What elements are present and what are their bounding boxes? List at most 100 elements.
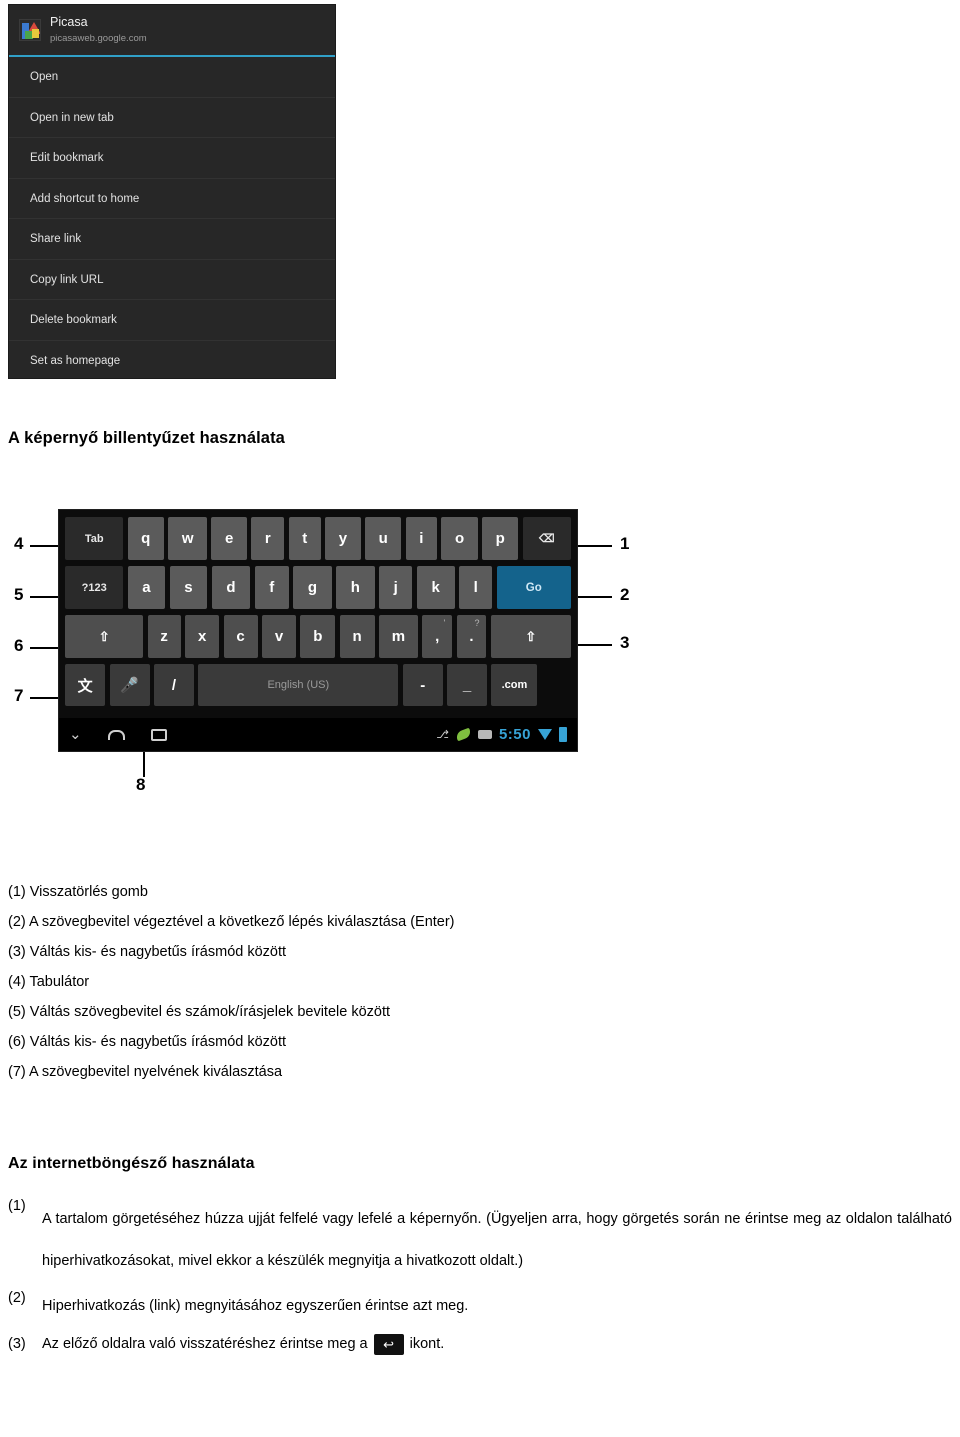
key-a[interactable]: a	[127, 566, 166, 609]
key-go[interactable]: Go	[496, 566, 571, 609]
browser-step-2: (2) Hiperhivatkozás (link) megnyitásához…	[8, 1290, 952, 1322]
legend-item-3: (3) Váltás kis- és nagybetűs írásmód köz…	[8, 944, 287, 960]
key-l[interactable]: l	[458, 566, 493, 609]
microphone-icon[interactable]: 🎤	[109, 664, 150, 706]
menu-item-open-in-new-tab[interactable]: Open in new tab	[9, 97, 335, 138]
home-icon[interactable]	[107, 729, 125, 740]
hide-keyboard-icon[interactable]: ⌄	[69, 727, 82, 742]
menu-item-add-shortcut-to-home[interactable]: Add shortcut to home	[9, 178, 335, 219]
key-r[interactable]: r	[251, 517, 285, 560]
keyboard-legend: (1) Visszatörlés gomb (2) A szövegbevite…	[8, 877, 688, 1087]
key-shift-left[interactable]: ⇧	[65, 615, 144, 658]
browser-step-1-text: A tartalom görgetéséhez húzza ujját felf…	[42, 1211, 952, 1269]
keyboard-row-4: 文 🎤 / English (US) - _ .com	[63, 662, 573, 708]
menu-item-share-link[interactable]: Share link	[9, 219, 335, 260]
sdcard-icon	[477, 730, 492, 739]
key-u[interactable]: u	[365, 517, 402, 560]
key-p[interactable]: p	[482, 517, 519, 560]
callout-1: 1	[620, 534, 630, 553]
battery-icon	[559, 727, 567, 742]
callout-6: 6	[14, 636, 24, 655]
menu-item-delete-bookmark[interactable]: Delete bookmark	[9, 300, 335, 341]
key-i[interactable]: i	[405, 517, 438, 560]
keyboard-row-2: ?123 a s d f g h j k l Go	[63, 564, 573, 611]
browser-step-3-number: (3)	[8, 1336, 26, 1352]
key-slash[interactable]: /	[153, 664, 194, 706]
back-icon: ↩	[373, 1333, 404, 1355]
document-page: Picasa picasaweb.google.com Open Open in…	[0, 0, 960, 1437]
key-j[interactable]: j	[378, 566, 413, 609]
bookmark-url: picasaweb.google.com	[50, 32, 147, 44]
key-dotcom[interactable]: .com	[491, 664, 538, 706]
key-x[interactable]: x	[185, 615, 220, 658]
key-n[interactable]: n	[339, 615, 375, 658]
key-tab[interactable]: Tab	[65, 517, 124, 560]
menu-item-open[interactable]: Open	[9, 57, 335, 98]
key-hyphen[interactable]: -	[402, 664, 443, 706]
legend-item-4: (4) Tabulátor	[8, 974, 90, 990]
menu-item-edit-bookmark[interactable]: Edit bookmark	[9, 138, 335, 179]
bookmark-title: Picasa	[50, 15, 88, 30]
key-s[interactable]: s	[169, 566, 208, 609]
keyboard-row-1: Tab q w e r t y u i o p ⌫	[63, 515, 573, 562]
browser-step-3-text: Az előző oldalra való visszatéréshez éri…	[42, 1328, 952, 1360]
key-q[interactable]: q	[127, 517, 164, 560]
key-period-superscript: ?	[474, 618, 480, 628]
heading-onscreen-keyboard: A képernyő billentyűzet használata	[8, 429, 285, 447]
browser-instructions: (1) A tartalom görgetéséhez húzza ujját …	[8, 1198, 952, 1360]
key-g[interactable]: g	[293, 566, 332, 609]
key-b[interactable]: b	[300, 615, 336, 658]
menu-item-set-as-homepage[interactable]: Set as homepage	[9, 340, 335, 378]
menu-item-copy-link-url[interactable]: Copy link URL	[9, 259, 335, 300]
android-navigation-bar: ⌄ ⎇ 5:50	[59, 718, 577, 751]
key-shift-right[interactable]: ⇧	[490, 615, 571, 658]
callout-4: 4	[14, 534, 24, 553]
legend-item-2: (2) A szövegbevitel végeztével a követke…	[8, 914, 455, 930]
bookmark-context-menu-screenshot: Picasa picasaweb.google.com Open Open in…	[8, 4, 336, 379]
key-space[interactable]: English (US)	[198, 664, 399, 706]
legend-item-1: (1) Visszatörlés gomb	[8, 884, 148, 900]
status-time: 5:50	[498, 726, 531, 743]
key-k[interactable]: k	[416, 566, 455, 609]
language-switch-icon[interactable]: 文	[65, 664, 106, 706]
key-comma-superscript: '	[443, 618, 446, 628]
key-o[interactable]: o	[441, 517, 478, 560]
backspace-icon[interactable]: ⌫	[522, 517, 571, 560]
heading-internet-browser: Az internetböngésző használata	[8, 1155, 255, 1172]
picasa-icon	[19, 19, 41, 41]
menu-list: Open Open in new tab Edit bookmark Add s…	[9, 57, 335, 378]
browser-step-3: (3) Az előző oldalra való visszatéréshez…	[8, 1328, 952, 1360]
key-f[interactable]: f	[254, 566, 289, 609]
browser-step-1-number: (1)	[8, 1198, 26, 1214]
key-t[interactable]: t	[288, 517, 321, 560]
recents-icon[interactable]	[150, 728, 167, 741]
key-period-label: .	[469, 628, 474, 645]
key-comma[interactable]: ' ,	[422, 615, 453, 658]
key-v[interactable]: v	[261, 615, 297, 658]
key-w[interactable]: w	[168, 517, 208, 560]
key-h[interactable]: h	[336, 566, 375, 609]
key-symbols[interactable]: ?123	[65, 566, 124, 609]
key-y[interactable]: y	[325, 517, 361, 560]
menu-header: Picasa picasaweb.google.com	[9, 5, 335, 57]
callout-2: 2	[620, 585, 630, 604]
key-c[interactable]: c	[223, 615, 258, 658]
key-e[interactable]: e	[211, 517, 247, 560]
legend-item-7: (7) A szövegbevitel nyelvének kiválasztá…	[8, 1064, 283, 1080]
callout-3: 3	[620, 633, 630, 652]
leaf-icon	[454, 727, 473, 742]
key-d[interactable]: d	[211, 566, 251, 609]
key-period[interactable]: ? .	[456, 615, 487, 658]
keyboard-row-3: ⇧ z x c v b n m ' , ? . ⇧	[63, 613, 573, 660]
callout-8: 8	[136, 775, 146, 794]
legend-item-6: (6) Váltás kis- és nagybetűs írásmód köz…	[8, 1034, 287, 1050]
key-m[interactable]: m	[378, 615, 418, 658]
keyboard-figure: 4 5 6 7 1 2 3 8 Tab q w e r t y u i o p …	[0, 497, 700, 807]
key-z[interactable]: z	[147, 615, 181, 658]
shift-up-icon: ⇧	[525, 629, 537, 644]
key-underscore[interactable]: _	[447, 664, 488, 706]
browser-step-2-text: Hiperhivatkozás (link) megnyitásához egy…	[42, 1298, 469, 1314]
browser-step-2-number: (2)	[8, 1290, 26, 1306]
keyboard-screenshot: Tab q w e r t y u i o p ⌫ ?123 a s d f g…	[58, 509, 578, 752]
browser-step-3-text-after: ikont.	[409, 1336, 445, 1352]
